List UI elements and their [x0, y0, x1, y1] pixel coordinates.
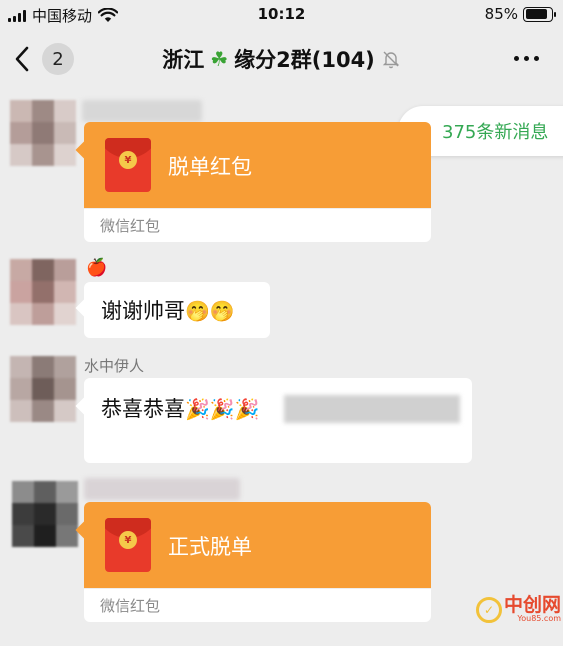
text-message-bubble[interactable]: 谢谢帅哥🤭🤭 [84, 282, 270, 338]
avatar[interactable] [10, 259, 76, 325]
blurred-text [284, 395, 460, 423]
avatar[interactable] [10, 100, 76, 166]
red-envelope-icon: ¥ [105, 138, 151, 192]
battery-group: 85% [484, 5, 556, 23]
avatar[interactable] [12, 481, 78, 547]
chat-nav-bar: 2 浙江 ☘ 缘分2群(104) [0, 30, 563, 88]
chat-title-prefix: 浙江 [162, 48, 205, 72]
red-packet-footer: 微信红包 [84, 588, 431, 622]
emoji-sequence: 🤭🤭 [185, 299, 235, 323]
watermark-en: You85.com [517, 614, 562, 623]
chat-title-suffix: 缘分2群(104) [234, 48, 375, 72]
battery-percent: 85% [484, 5, 518, 23]
red-packet-title: 正式脱单 [168, 535, 252, 559]
avatar[interactable] [10, 356, 76, 422]
new-messages-label: 375条新消息 [442, 122, 549, 143]
status-time: 10:12 [257, 5, 306, 23]
red-packet-message[interactable]: ¥ 脱单红包 微信红包 [84, 122, 431, 242]
message-text: 恭喜恭喜 [101, 397, 185, 421]
watermark-cn: 中创网 [504, 594, 562, 616]
chat-title[interactable]: 浙江 ☘ 缘分2群(104) [0, 44, 563, 74]
blurred-sender-name [82, 100, 202, 122]
party-emoji-sequence: 🎉🎉🎉 [185, 397, 260, 421]
red-packet-title: 脱单红包 [168, 155, 252, 179]
status-bar: 中国移动 10:12 85% [0, 0, 563, 30]
mute-bell-icon [382, 51, 399, 69]
red-packet-footer: 微信红包 [84, 208, 431, 242]
more-icon[interactable] [514, 56, 539, 61]
red-envelope-icon: ¥ [105, 518, 151, 572]
site-watermark: ✓ 中创网 You85.com [476, 596, 561, 623]
battery-icon [523, 6, 556, 22]
sender-name: 水中伊人 [84, 357, 145, 375]
message-text: 谢谢帅哥 [101, 299, 185, 323]
clover-emoji: ☘ [210, 47, 229, 71]
watermark-logo-icon: ✓ [476, 596, 502, 623]
blurred-sender-name [84, 478, 240, 500]
sender-name: 🍎 [86, 258, 108, 278]
red-packet-message[interactable]: ¥ 正式脱单 微信红包 [84, 502, 431, 622]
